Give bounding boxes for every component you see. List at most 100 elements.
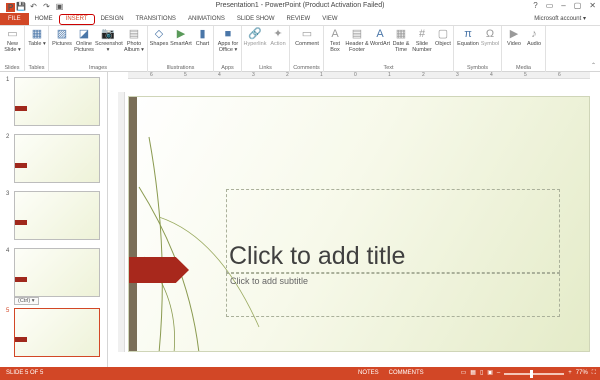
video-button[interactable]: ▶ Video [504, 28, 524, 47]
equation-button[interactable]: π Equation [456, 28, 480, 47]
close-button[interactable]: ✕ [589, 1, 596, 10]
tab-insert[interactable]: INSERT [58, 14, 95, 25]
wordart-icon: A [376, 28, 384, 40]
slide-sorter-icon[interactable]: ▦ [470, 367, 476, 380]
tab-home[interactable]: HOME [29, 13, 59, 25]
chart-icon: ▮ [199, 28, 206, 40]
subtitle-placeholder[interactable]: Click to add subtitle [230, 276, 308, 286]
screenshot-icon: 📷 [101, 28, 115, 40]
symbol-button[interactable]: Ω Symbol [480, 28, 500, 47]
thumbnail-number: 3 [6, 191, 10, 197]
group-label-media: Media [516, 65, 531, 71]
fit-slide-icon[interactable]: ⛶ [592, 367, 596, 380]
slide-thumbnail-panel: 1 2 3 4 (Ctrl) ▾ 5 [0, 72, 108, 367]
object-icon: ▢ [437, 28, 449, 40]
group-label-apps: Apps [221, 65, 234, 71]
minimize-button[interactable]: – [561, 1, 565, 10]
online-pictures-button[interactable]: ◪ Online Pictures [73, 28, 95, 53]
slideshow-view-icon[interactable]: ▣ [487, 367, 493, 380]
zoom-out-button[interactable]: – [497, 367, 500, 380]
date-time-button[interactable]: ▦ Date & Time [391, 28, 411, 53]
chart-button[interactable]: ▮ Chart [193, 28, 212, 47]
audio-icon: ♪ [531, 28, 537, 40]
paste-options-badge[interactable]: (Ctrl) ▾ [14, 297, 39, 305]
table-icon: ▦ [31, 28, 43, 40]
tab-view[interactable]: VIEW [316, 13, 343, 25]
title-bar: P 💾 ↶ ↷ ▣ Presentation1 - PowerPoint (Pr… [0, 0, 600, 13]
header-footer-button[interactable]: ▤ Header & Footer [345, 28, 369, 53]
shapes-icon: ◇ [154, 28, 164, 40]
window-title: Presentation1 - PowerPoint (Product Acti… [215, 2, 385, 9]
ruler-tick: 1 [388, 72, 391, 78]
shapes-button[interactable]: ◇ Shapes [149, 28, 169, 47]
group-images: ▨ Pictures ◪ Online Pictures 📷 Screensho… [49, 26, 148, 72]
ribbon-display-options-icon[interactable]: ▭ [546, 1, 554, 10]
hyperlink-button[interactable]: 🔗 Hyperlink [243, 28, 267, 47]
thumbnail-number: 4 [6, 248, 10, 254]
group-label-images: Images [88, 65, 108, 71]
group-label-links: Links [259, 65, 272, 71]
collapse-ribbon-icon[interactable]: ⌃ [591, 62, 596, 69]
group-symbols: π Equation Ω Symbol Symbols [454, 26, 502, 72]
group-label-illustrations: Illustrations [166, 65, 195, 71]
ruler-tick: 5 [184, 72, 187, 78]
tab-design[interactable]: DESIGN [95, 13, 130, 25]
slide-thumbnail[interactable] [14, 191, 100, 240]
zoom-slider[interactable] [504, 369, 565, 378]
help-icon[interactable]: ? [533, 1, 537, 10]
table-button[interactable]: ▦ Table ▾ [27, 28, 47, 47]
new-slide-button[interactable]: ▭ New Slide ▾ [2, 28, 23, 53]
zoom-slider-thumb[interactable] [530, 369, 534, 378]
ruler-tick: 4 [490, 72, 493, 78]
reading-view-icon[interactable]: ▯ [480, 367, 483, 380]
object-button[interactable]: ▢ Object [433, 28, 453, 47]
tab-animations[interactable]: ANIMATIONS [182, 13, 231, 25]
maximize-button[interactable]: ▢ [574, 1, 582, 10]
tab-transitions[interactable]: TRANSITIONS [130, 13, 182, 25]
ruler-tick: 6 [558, 72, 561, 78]
group-comments: ▭ Comment Comments [290, 26, 324, 72]
slide-thumbnail[interactable] [14, 248, 100, 297]
screenshot-button[interactable]: 📷 Screenshot ▾ [95, 28, 123, 53]
thumbnail-number: 1 [6, 77, 10, 83]
ruler-tick: 0 [354, 72, 357, 78]
slide-thumbnail[interactable] [14, 77, 100, 126]
tab-slide-show[interactable]: SLIDE SHOW [231, 13, 281, 25]
smartart-icon: ▶ [176, 28, 186, 40]
slide-canvas[interactable]: Click to add title Click to add subtitle [128, 96, 590, 352]
slide-thumbnail-selected[interactable] [14, 308, 100, 357]
comment-button[interactable]: ▭ Comment [293, 28, 321, 47]
pictures-button[interactable]: ▨ Pictures [51, 28, 73, 47]
account-menu[interactable]: Microsoft account ▾ [534, 15, 586, 22]
apps-icon: ■ [224, 28, 232, 40]
slide-number-icon: # [418, 28, 426, 40]
normal-view-icon[interactable]: ▭ [461, 367, 467, 380]
slide-number-button[interactable]: # Slide Number [411, 28, 433, 53]
ruler-tick: 3 [252, 72, 255, 78]
wordart-button[interactable]: A WordArt [369, 28, 391, 47]
text-box-icon: A [331, 28, 339, 40]
group-media: ▶ Video ♪ Audio Media [502, 26, 546, 72]
photo-album-icon: ▤ [128, 28, 140, 40]
action-button[interactable]: ✦ Action [268, 28, 288, 47]
tab-review[interactable]: REVIEW [281, 13, 317, 25]
apps-for-office-button[interactable]: ■ Apps for Office ▾ [216, 28, 240, 53]
comments-button[interactable]: COMMENTS [389, 367, 424, 380]
audio-button[interactable]: ♪ Audio [524, 28, 544, 47]
notes-button[interactable]: NOTES [358, 367, 379, 380]
tab-file[interactable]: FILE [0, 13, 29, 25]
pictures-icon: ▨ [56, 28, 68, 40]
ruler-tick: 1 [320, 72, 323, 78]
photo-album-button[interactable]: ▤ Photo Album ▾ [122, 28, 146, 53]
group-text: A Text Box ▤ Header & Footer A WordArt ▦… [324, 26, 454, 72]
title-placeholder[interactable]: Click to add title [229, 242, 405, 271]
action-icon: ✦ [273, 28, 283, 40]
horizontal-ruler: 6 5 4 3 2 1 0 1 2 3 4 5 6 [128, 72, 590, 79]
zoom-level[interactable]: 77% [576, 367, 588, 380]
new-slide-icon: ▭ [7, 28, 18, 40]
slide-thumbnail[interactable] [14, 134, 100, 183]
text-box-button[interactable]: A Text Box [325, 28, 345, 53]
smartart-button[interactable]: ▶ SmartArt [169, 28, 193, 47]
group-illustrations: ◇ Shapes ▶ SmartArt ▮ Chart Illustration… [148, 26, 214, 72]
zoom-in-button[interactable]: + [568, 367, 572, 380]
